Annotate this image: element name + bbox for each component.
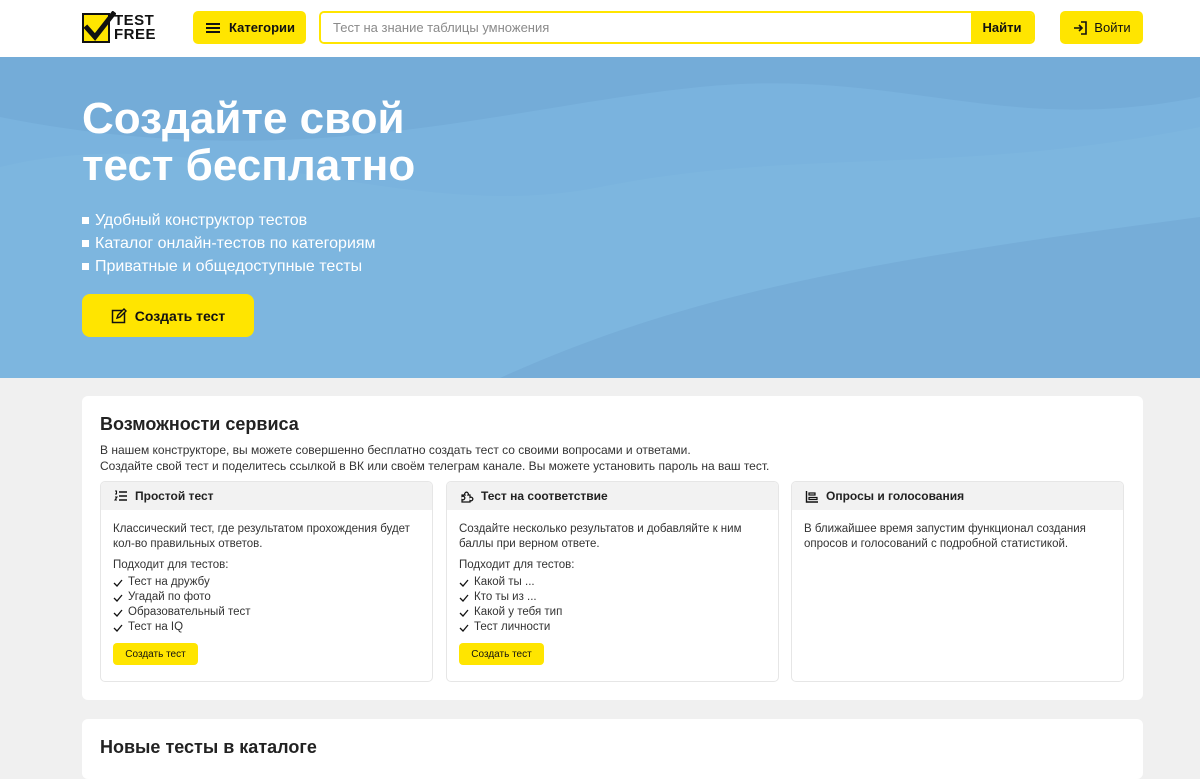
list-item: Тест на дружбу [113,575,420,590]
feature-card-text: Классический тест, где результатом прохо… [113,523,410,550]
hero-bullet-text: Каталог онлайн-тестов по категориям [95,234,376,252]
hero-banner: Создайте свой тест бесплатно Удобный кон… [0,57,1200,378]
feature-card-examples: Какой ты ... Кто ты из ... Какой у тебя … [459,575,766,635]
feature-card-body: Классический тест, где результатом прохо… [101,510,432,665]
hero-bullet: Удобный конструктор тестов [82,209,376,232]
features-desc-line-2: Создайте свой тест и поделитесь ссылкой … [100,459,770,473]
feature-card-examples: Тест на дружбу Угадай по фото Образовате… [113,575,420,635]
check-icon [459,609,469,617]
feature-card-polls: Опросы и голосования В ближайшее время з… [791,481,1124,682]
top-header: TEST FREE Категории Найти Войти [0,0,1200,57]
feature-card-simple-test: Простой тест Классический тест, где резу… [100,481,433,682]
example-text: Угадай по фото [128,591,211,603]
logo-text: TEST FREE [114,13,157,43]
hero-bullet: Приватные и общедоступные тесты [82,255,376,278]
features-description: В нашем конструкторе, вы можете совершен… [100,442,769,474]
list-item: Тест на IQ [113,620,420,635]
check-icon [459,624,469,632]
hero-title-line-2: тест бесплатно [82,141,416,190]
hero-bullet-list: Удобный конструктор тестов Каталог онлай… [82,209,376,278]
feature-card-match-test: Тест на соответствие Создайте несколько … [446,481,779,682]
bar-chart-icon [805,490,818,503]
create-test-button[interactable]: Создать тест [82,294,254,337]
check-icon [459,594,469,602]
hero-title: Создайте свой тест бесплатно [82,95,582,189]
feature-card-suits-label: Подходит для тестов: [459,559,575,571]
list-numbered-icon [114,490,127,501]
example-text: Образовательный тест [128,606,251,618]
example-text: Кто ты из ... [474,591,537,603]
check-icon [113,624,123,632]
feature-card-body: Создайте несколько результатов и добавля… [447,510,778,665]
puzzle-icon [461,491,474,503]
hero-bullet: Каталог онлайн-тестов по категориям [82,232,376,255]
check-icon [113,609,123,617]
feature-card-suits-label: Подходит для тестов: [113,559,229,571]
features-title: Возможности сервиса [100,414,299,434]
catalog-title: Новые тесты в каталоге [100,737,317,757]
list-item: Кто ты из ... [459,590,766,605]
check-icon [113,594,123,602]
features-section: Возможности сервиса В нашем конструкторе… [82,396,1143,700]
list-item: Угадай по фото [113,590,420,605]
search-input[interactable] [321,13,971,42]
create-match-test-button[interactable]: Создать тест [459,643,544,665]
create-simple-test-button[interactable]: Создать тест [113,643,198,665]
feature-card-header: Простой тест [101,482,432,510]
feature-card-text: Создайте несколько результатов и добавля… [459,523,742,550]
create-test-label: Создать тест [134,307,226,324]
features-desc-line-1: В нашем конструкторе, вы можете совершен… [100,443,691,457]
list-item: Какой ты ... [459,575,766,590]
feature-card-text: В ближайшее время запустим функционал со… [804,523,1086,550]
list-item: Образовательный тест [113,605,420,620]
example-text: Тест на IQ [128,621,184,633]
login-label: Войти [1094,20,1131,35]
categories-label: Категории [229,20,296,35]
check-icon [113,579,123,587]
logo-line-2: FREE [114,26,157,43]
categories-button[interactable]: Категории [193,11,306,44]
example-text: Тест личности [474,621,551,633]
example-text: Какой у тебя тип [474,606,563,618]
search-bar: Найти [319,11,1035,44]
hero-title-line-1: Создайте свой [82,94,405,143]
example-text: Тест на дружбу [128,576,210,588]
bullet-square-icon [82,263,89,270]
catalog-section: Новые тесты в каталоге [82,719,1143,779]
feature-card-title: Опросы и голосования [826,489,965,503]
feature-card-title: Простой тест [135,489,214,503]
list-item: Тест личности [459,620,766,635]
login-button[interactable]: Войти [1060,11,1143,44]
logo-check-icon [82,11,116,43]
hero-bullet-text: Удобный конструктор тестов [95,211,308,229]
feature-card-body: В ближайшее время запустим функционал со… [792,510,1123,552]
login-icon [1074,20,1088,35]
feature-card-header: Тест на соответствие [447,482,778,510]
bullet-square-icon [82,240,89,247]
hero-bullet-text: Приватные и общедоступные тесты [95,257,363,275]
edit-icon [111,307,127,323]
site-logo[interactable]: TEST FREE [82,11,157,44]
feature-card-title: Тест на соответствие [481,489,608,503]
check-icon [459,579,469,587]
bullet-square-icon [82,217,89,224]
example-text: Какой ты ... [474,576,535,588]
list-item: Какой у тебя тип [459,605,766,620]
menu-icon [206,21,220,35]
feature-card-header: Опросы и голосования [792,482,1123,510]
search-button[interactable]: Найти [971,13,1033,42]
